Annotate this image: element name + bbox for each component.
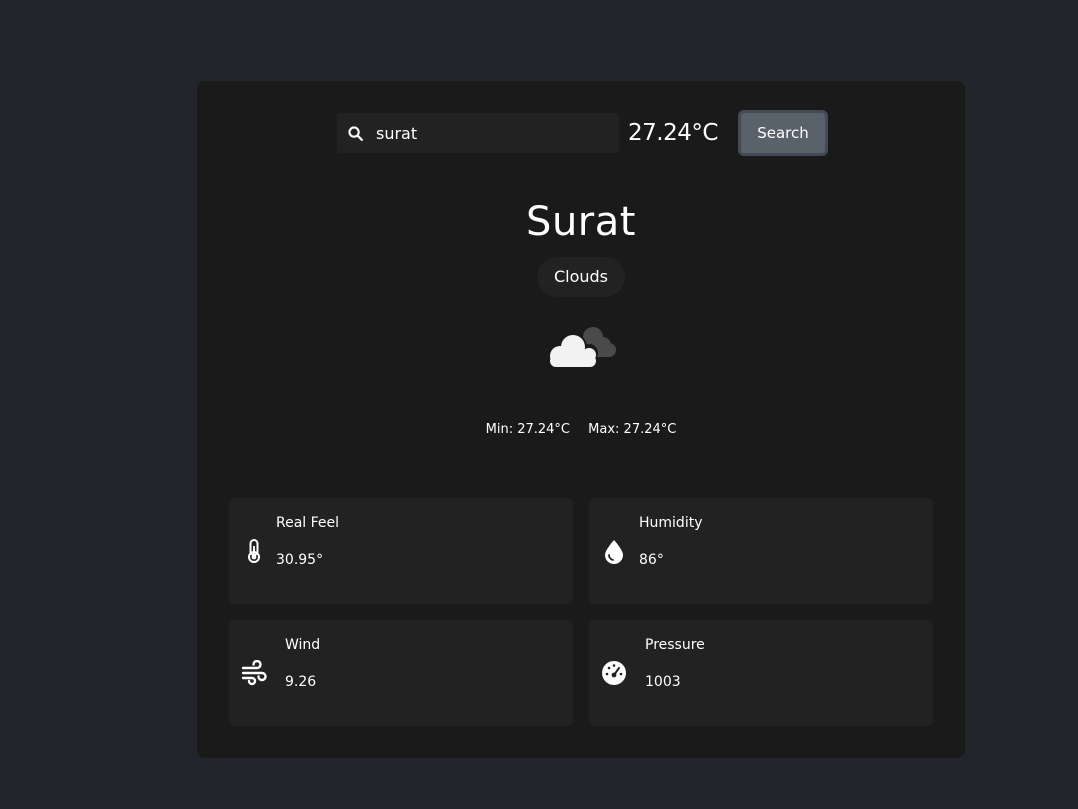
search-field[interactable] [337,113,619,153]
humidity-value: 86° [639,552,664,568]
real-feel-label: Real Feel [276,515,340,531]
gauge-icon [602,661,626,685]
detail-tile-wind: Wind 9.26 [229,620,573,726]
min-temperature: Min: 27.24°C [485,422,571,437]
max-temperature: Max: 27.24°C [588,422,677,437]
search-icon [348,125,364,141]
city-name: Surat [526,199,636,245]
current-temperature: 27.24°C [628,120,718,146]
wind-label: Wind [285,637,321,653]
search-bar: 27.24°C Search [337,110,828,156]
water-drop-icon [605,540,623,564]
wind-icon [241,660,267,686]
detail-tile-real-feel: Real Feel 30.95° [229,498,573,604]
thermometer-icon [248,539,260,563]
weather-card: 27.24°C Search Surat Clouds Min: 27.24°C… [197,81,965,758]
pressure-label: Pressure [645,637,705,653]
detail-tile-humidity: Humidity 86° [589,498,933,604]
wind-value: 9.26 [285,674,317,690]
detail-tile-pressure: Pressure 1003 [589,620,933,726]
min-max-temperature: Min: 27.24°C Max: 27.24°C [197,422,965,437]
real-feel-value: 30.95° [276,552,324,568]
clouds-icon [550,327,616,367]
pressure-value: 1003 [645,674,681,690]
search-input[interactable] [376,123,596,143]
humidity-label: Humidity [639,515,703,531]
condition-badge: Clouds [537,257,625,297]
search-button[interactable]: Search [738,110,828,156]
